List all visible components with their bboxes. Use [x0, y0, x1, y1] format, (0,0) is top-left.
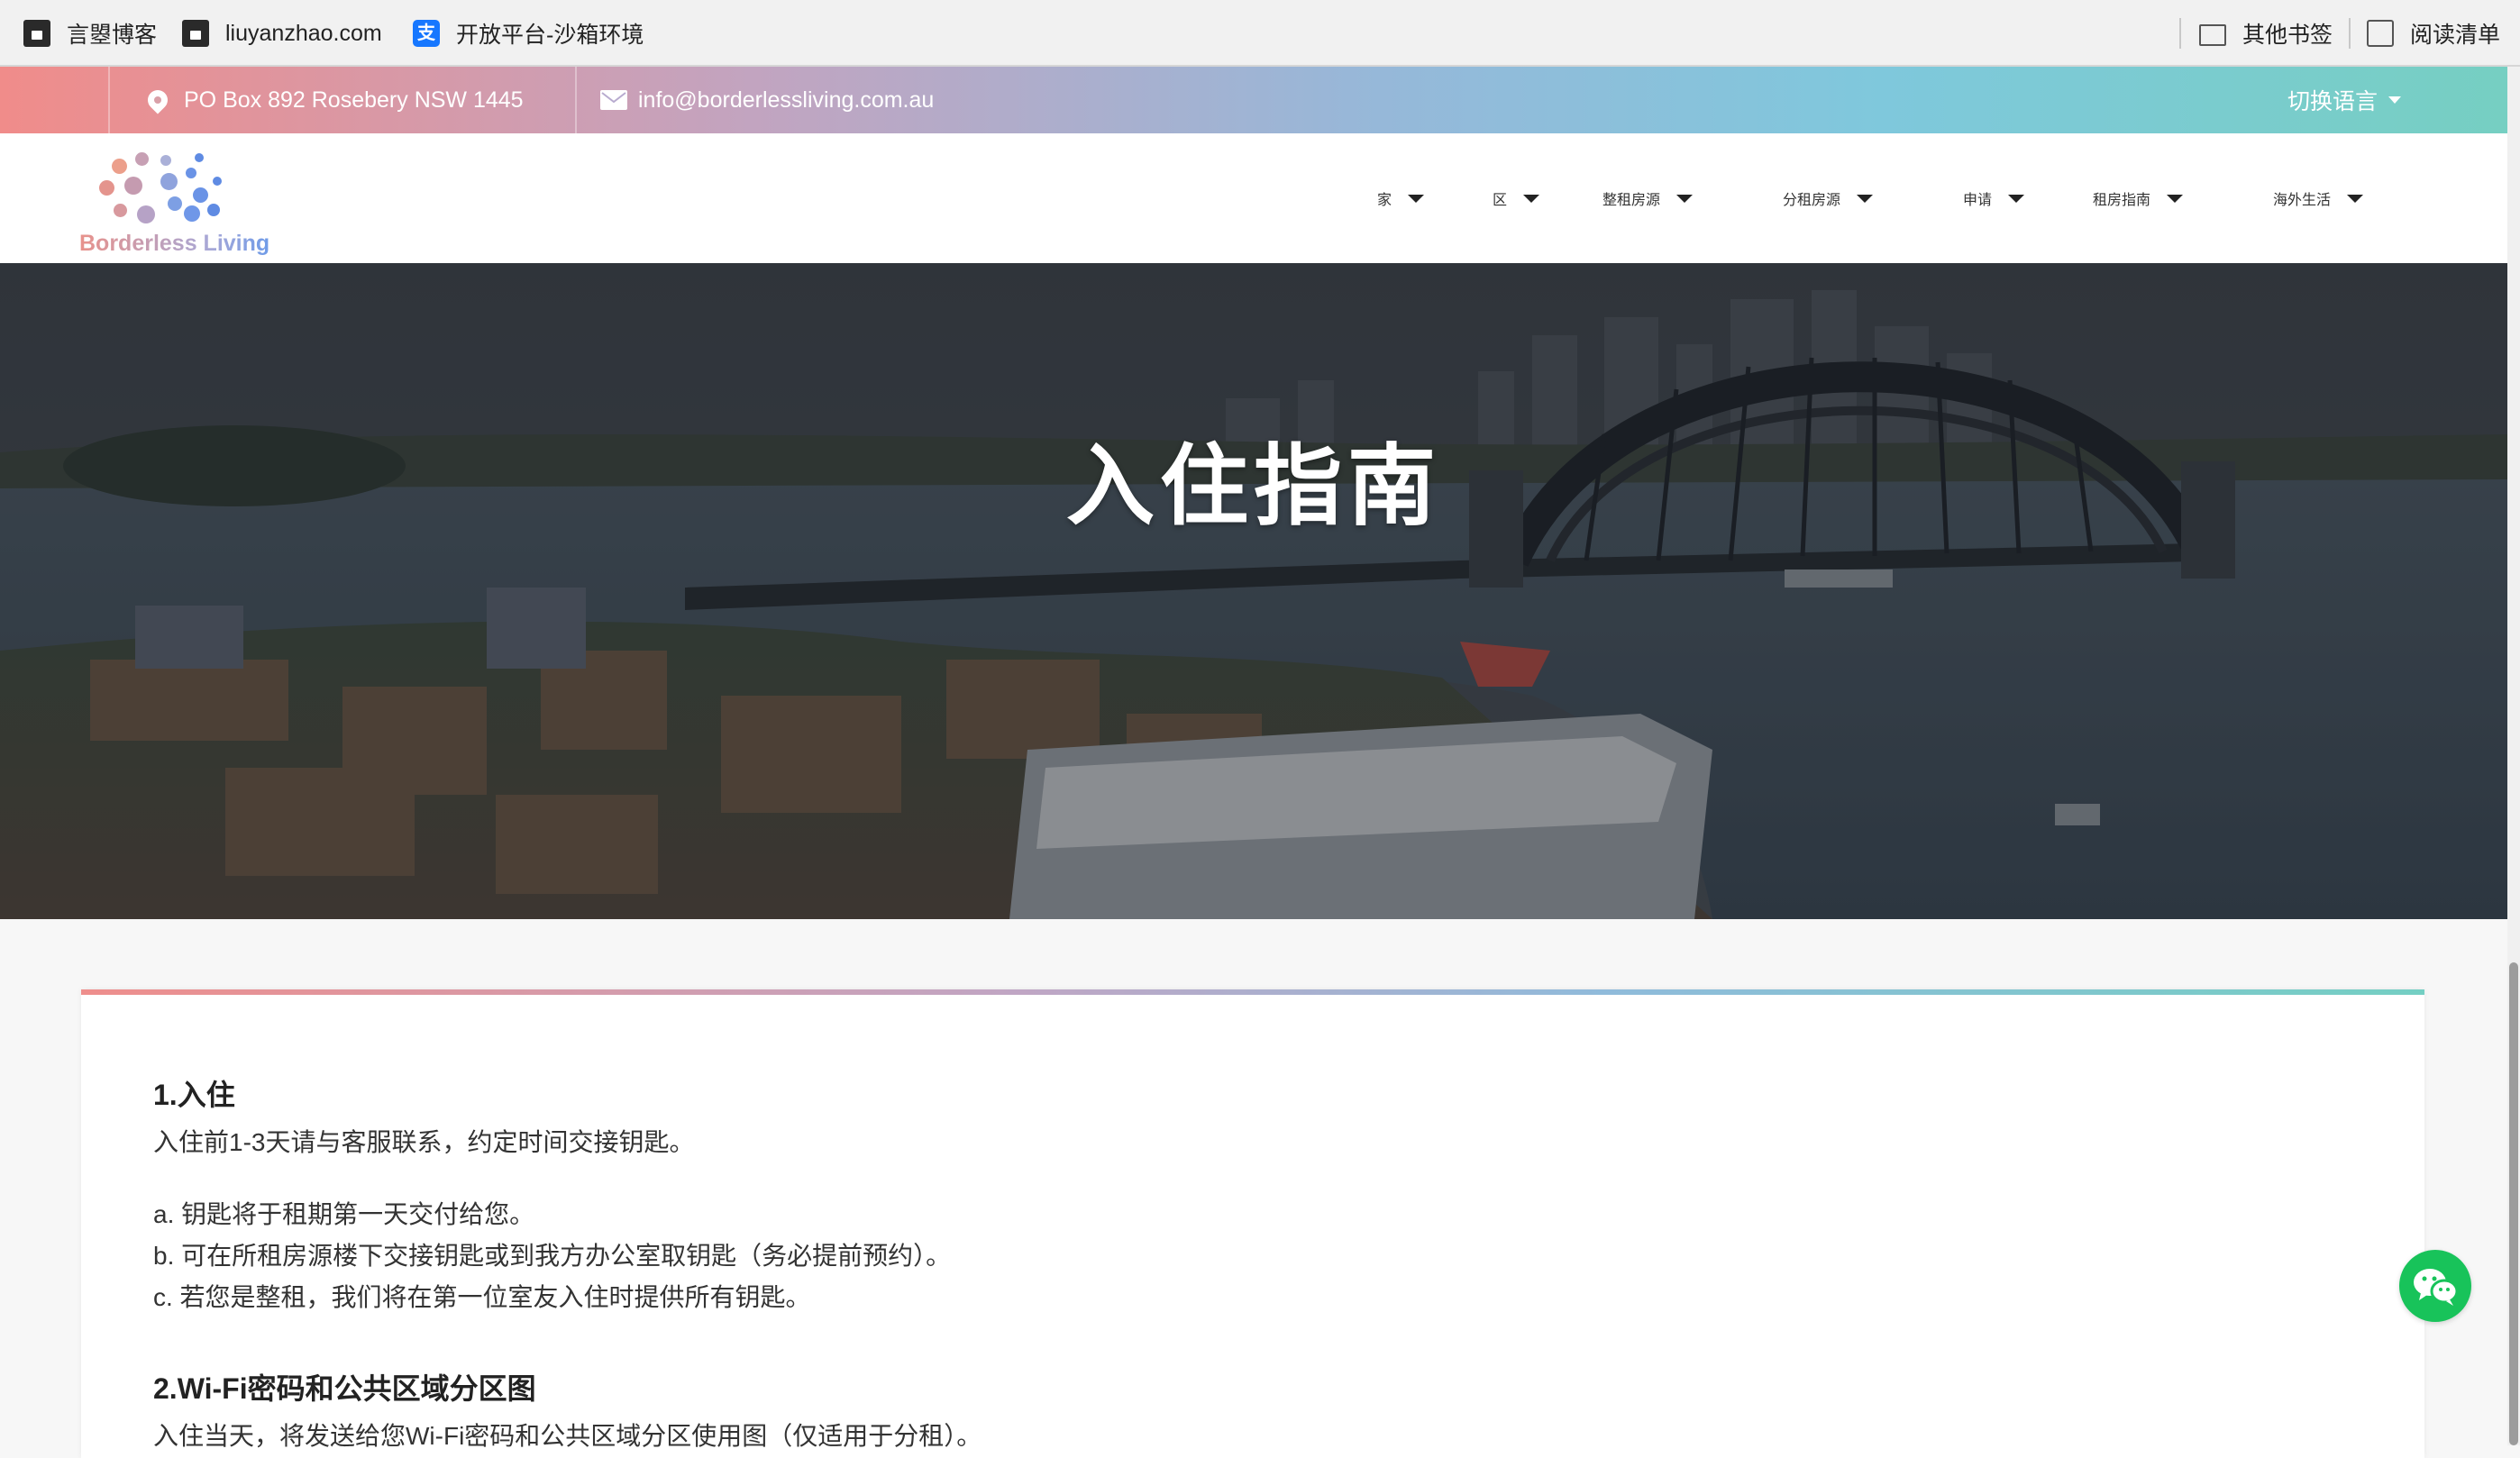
chevron-down-icon [2167, 194, 2184, 203]
card-accent-bar [81, 989, 2424, 995]
logo-dot [112, 159, 127, 174]
folder-icon [2199, 23, 2226, 46]
address-text: PO Box 892 Rosebery NSW 1445 [184, 87, 524, 113]
bookmark-item-2[interactable]: liuyanzhao.com [182, 0, 382, 67]
language-switch-dropdown[interactable]: 切换语言 [2287, 67, 2402, 133]
bookmark-site-icon [23, 20, 50, 47]
nav-room-rentals[interactable]: 分租房源 [1783, 133, 1874, 263]
other-bookmarks-button[interactable]: 其他书签 [2199, 0, 2333, 67]
nav-label: 租房指南 [2093, 193, 2151, 208]
logo-dot [137, 205, 155, 223]
bookmark-separator [2179, 18, 2181, 49]
chevron-down-icon [1408, 194, 1425, 203]
wechat-icon [2414, 1269, 2459, 1306]
nav-apply[interactable]: 申请 [1963, 133, 2025, 263]
location-pin-icon [143, 86, 172, 114]
nav-rental-guide[interactable]: 租房指南 [2093, 133, 2184, 263]
logo-dot [168, 196, 182, 211]
bookmark-label: 言曌博客 [67, 23, 158, 48]
nav-overseas-life[interactable]: 海外生活 [2273, 133, 2364, 263]
wechat-button[interactable] [2399, 1250, 2471, 1322]
logo-dot [213, 177, 222, 186]
chevron-down-icon [2008, 194, 2025, 203]
logo-dot [99, 180, 114, 196]
nav-whole-rentals[interactable]: 整租房源 [1602, 133, 1694, 263]
nav-label: 区 [1493, 193, 1508, 208]
email-text: info@borderlessliving.com.au [638, 87, 935, 113]
logo-dot [124, 177, 142, 195]
address-info: PO Box 892 Rosebery NSW 1445 [143, 67, 524, 133]
site-logo[interactable]: Borderless Living [78, 141, 276, 258]
language-switch-label: 切换语言 [2287, 89, 2378, 114]
chevron-down-icon [1523, 194, 1540, 203]
nav-label: 海外生活 [2273, 193, 2332, 208]
divider [108, 67, 110, 133]
bookmark-label: 开放平台-沙箱环境 [456, 23, 644, 48]
logo-dot [184, 205, 200, 222]
site-header: Borderless Living 家 区 整租房源 分租房源 申请 租房指南 … [0, 133, 2507, 263]
other-bookmarks-label: 其他书签 [2242, 23, 2333, 48]
bookmark-item-1[interactable]: 言曌博客 [23, 0, 157, 67]
logo-dot [195, 153, 204, 162]
chevron-down-icon [2388, 96, 2402, 104]
section-intro: 入住当天，将发送给您Wi-Fi密码和公共区域分区使用图（仅适用于分租）。 [153, 1422, 982, 1450]
chevron-down-icon [2347, 194, 2364, 203]
bookmark-site-icon [182, 20, 209, 47]
bookmarks-bar: 言曌博客 liuyanzhao.com 支 开放平台-沙箱环境 其他书签 阅读清… [0, 0, 2520, 67]
nav-home[interactable]: 家 [1377, 133, 1425, 263]
logo-dot [193, 187, 208, 203]
nav-label: 整租房源 [1602, 193, 1661, 208]
logo-dot [207, 204, 220, 216]
content-card: 1.入住 入住前1-3天请与客服联系，约定时间交接钥匙。 a. 钥匙将于租期第一… [81, 989, 2424, 1458]
bookmark-label: liuyanzhao.com [225, 20, 382, 46]
email-link[interactable]: info@borderlessliving.com.au [600, 67, 934, 133]
page-title: 入住指南 [1065, 436, 1441, 535]
divider [575, 67, 577, 133]
hero-banner: 入住指南 [0, 263, 2507, 919]
logo-dot [160, 155, 171, 166]
logo-dot [135, 152, 149, 166]
section-intro: 入住前1-3天请与客服联系，约定时间交接钥匙。 [153, 1128, 695, 1156]
bookmark-separator [2349, 18, 2351, 49]
nav-area[interactable]: 区 [1493, 133, 1540, 263]
mail-icon [600, 90, 627, 110]
top-info-bar: PO Box 892 Rosebery NSW 1445 info@border… [0, 67, 2507, 133]
sydney-harbour-image [0, 263, 2507, 919]
nav-label: 家 [1377, 193, 1392, 208]
list-item: b. 可在所租房源楼下交接钥匙或到我方办公室取钥匙（务必提前预约）。 [153, 1242, 952, 1270]
logo-text: Borderless Living [79, 231, 270, 256]
list-item: c. 若您是整租，我们将在第一位室友入住时提供所有钥匙。 [153, 1283, 811, 1311]
scrollbar-thumb[interactable] [2509, 962, 2518, 1445]
nav-label: 分租房源 [1783, 193, 1841, 208]
logo-dot [186, 168, 196, 178]
chevron-down-icon [1857, 194, 1874, 203]
logo-dot [160, 173, 178, 190]
bookmark-item-3[interactable]: 支 开放平台-沙箱环境 [413, 0, 644, 67]
reading-list-label: 阅读清单 [2410, 23, 2501, 48]
nav-label: 申请 [1963, 193, 1993, 208]
alipay-icon: 支 [413, 20, 440, 47]
section-title-wifi: 2.Wi-Fi密码和公共区域分区图 [153, 1372, 536, 1405]
list-item: a. 钥匙将于租期第一天交付给您。 [153, 1200, 535, 1228]
logo-dot [114, 204, 127, 217]
reading-list-button[interactable]: 阅读清单 [2367, 0, 2500, 67]
chevron-down-icon [1676, 194, 1694, 203]
reading-list-icon [2367, 20, 2394, 47]
section-title-checkin: 1.入住 [153, 1079, 235, 1111]
